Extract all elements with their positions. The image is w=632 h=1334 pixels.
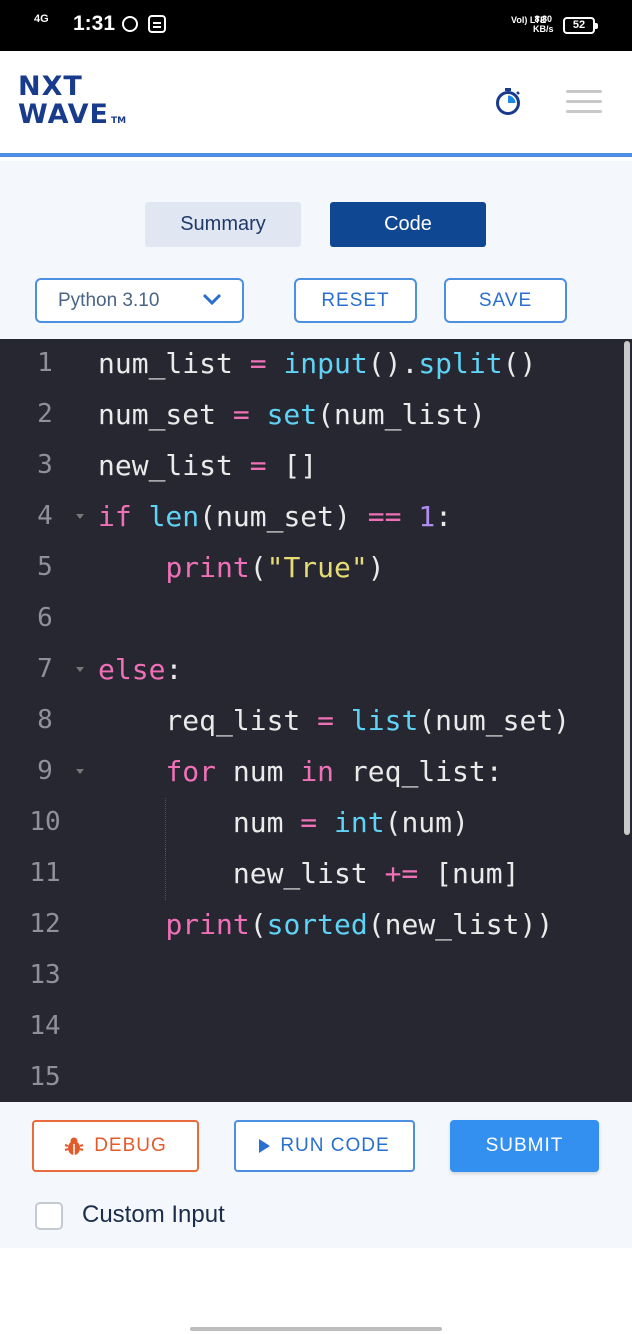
fold-arrow-icon[interactable] <box>76 514 84 519</box>
line-number: 9 <box>37 756 53 786</box>
submit-button[interactable]: SUBMIT <box>450 1120 599 1172</box>
line-number: 2 <box>37 399 53 429</box>
language-select-value: Python 3.10 <box>58 289 160 311</box>
code-line: 6 <box>0 594 620 645</box>
line-number: 10 <box>29 807 61 837</box>
line-number: 12 <box>29 909 61 939</box>
status-bar: 4G 1:31 Vol) LTE 8.80 KB/s 52 <box>0 0 632 51</box>
code-line: 11 new_list += [num] <box>0 849 620 900</box>
network-speed: 8.80 KB/s <box>533 14 554 34</box>
code-line: 12 print(sorted(new_list)) <box>0 900 620 951</box>
code-text: print(sorted(new_list)) <box>165 908 554 941</box>
chevron-down-icon <box>202 293 222 306</box>
tab-summary[interactable]: Summary <box>145 202 301 247</box>
editor-toolbar-area: Summary Code Python 3.10 RESET SAVE <box>0 161 632 339</box>
line-number: 11 <box>29 858 61 888</box>
logo-tm: TM <box>110 116 127 126</box>
logo-bottom: WAVE TM <box>18 101 126 135</box>
code-line: 13 <box>0 951 620 1002</box>
line-number: 8 <box>37 705 53 735</box>
code-line: 9 for num in req_list: <box>0 747 620 798</box>
fold-arrow-icon[interactable] <box>76 667 84 672</box>
editor-scrollbar[interactable] <box>624 341 630 835</box>
custom-input-label: Custom Input <box>82 1201 225 1228</box>
line-number: 6 <box>37 603 53 633</box>
debug-label: DEBUG <box>94 1135 167 1156</box>
line-number: 3 <box>37 450 53 480</box>
message-icon <box>148 15 166 33</box>
code-line: 1 num_list = input().split() <box>0 339 620 390</box>
code-line: 3 new_list = [] <box>0 441 620 492</box>
code-text: num = int(num) <box>98 806 469 839</box>
debug-button[interactable]: DEBUG <box>32 1120 199 1172</box>
run-code-button[interactable]: RUN CODE <box>234 1120 415 1172</box>
line-number: 5 <box>37 552 53 582</box>
logo-top: NXT <box>18 71 83 102</box>
network-indicator: 4G <box>34 13 49 25</box>
code-editor[interactable]: 1 num_list = input().split() 2 num_set =… <box>0 339 632 1102</box>
code-text: num_set = set(num_list) <box>98 398 486 431</box>
code-line: 2 num_set = set(num_list) <box>0 390 620 441</box>
code-line: 4 if len(num_set) == 1: <box>0 492 620 543</box>
battery-icon: 52 <box>563 17 598 34</box>
code-line: 15 <box>0 1053 620 1102</box>
code-text: new_list += [num] <box>98 857 520 890</box>
code-text: if len(num_set) == 1: <box>98 500 453 533</box>
app-header: NXT WAVE TM <box>0 51 632 157</box>
logo-bottom-text: WAVE <box>18 99 109 130</box>
run-code-label: RUN CODE <box>280 1135 390 1156</box>
nxtwave-logo[interactable]: NXT WAVE TM <box>18 73 126 135</box>
code-text: new_list = [] <box>98 449 318 482</box>
bug-icon <box>64 1137 84 1155</box>
code-line: 10 num = int(num) <box>0 798 620 849</box>
line-number: 15 <box>29 1062 61 1092</box>
code-line: 5 print("True") <box>0 543 620 594</box>
fold-arrow-icon[interactable] <box>76 769 84 774</box>
home-indicator[interactable] <box>190 1327 442 1331</box>
action-bar: DEBUG RUN CODE SUBMIT Custom Input <box>0 1102 632 1248</box>
code-text: print("True") <box>165 551 385 584</box>
save-button[interactable]: SAVE <box>444 278 567 323</box>
line-number: 1 <box>37 348 53 378</box>
code-line: 7 else: <box>0 645 620 696</box>
speed-unit: KB/s <box>533 24 554 34</box>
custom-input-checkbox[interactable] <box>35 1202 63 1230</box>
code-line: 8 req_list = list(num_set) <box>0 696 620 747</box>
line-number: 7 <box>37 654 53 684</box>
hamburger-menu-icon[interactable] <box>566 90 602 114</box>
code-text: else: <box>98 653 183 686</box>
status-time: 1:31 <box>73 12 116 35</box>
code-text: num_list = input().split() <box>98 347 537 380</box>
whatsapp-icon <box>122 16 138 32</box>
stopwatch-icon[interactable] <box>494 87 522 115</box>
line-number: 14 <box>29 1011 61 1041</box>
tab-code[interactable]: Code <box>330 202 486 247</box>
play-icon <box>259 1139 271 1153</box>
language-select[interactable]: Python 3.10 <box>35 278 244 323</box>
code-line: 14 <box>0 1002 620 1053</box>
line-number: 4 <box>37 501 53 531</box>
line-number: 13 <box>29 960 61 990</box>
speed-value: 8.80 <box>534 14 553 24</box>
reset-button[interactable]: RESET <box>294 278 417 323</box>
code-text: for num in req_list: <box>165 755 503 788</box>
code-text: req_list = list(num_set) <box>98 704 571 737</box>
